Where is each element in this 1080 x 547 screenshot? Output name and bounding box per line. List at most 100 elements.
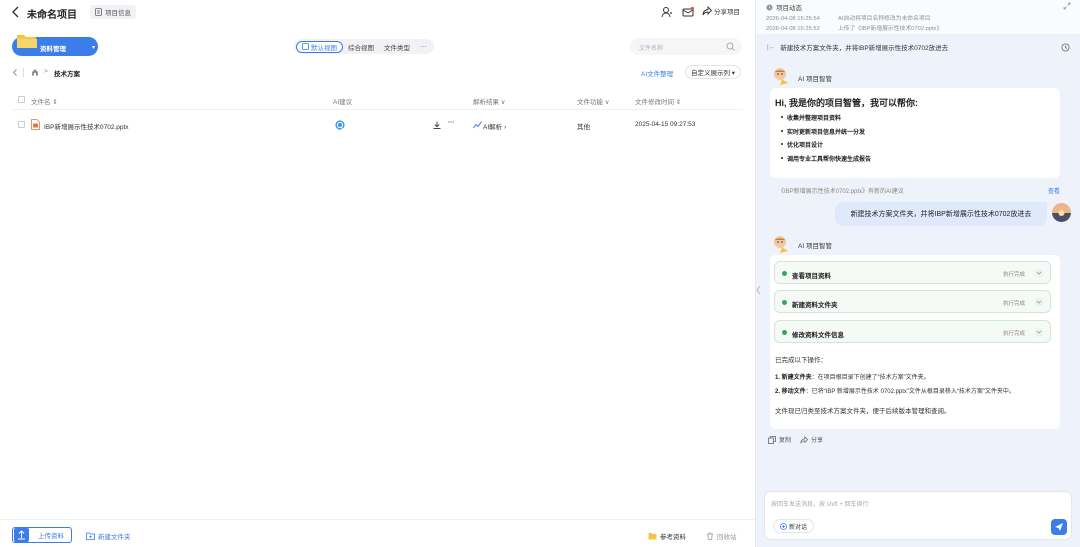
materials-management-label: 资料管理: [40, 46, 66, 53]
collapse-left-icon[interactable]: |←: [767, 44, 775, 51]
ai-parse-link[interactable]: AI解析 ›: [483, 121, 506, 131]
references-label: 参考资料: [660, 534, 686, 541]
send-icon: [1055, 523, 1063, 531]
copy-label: 复制: [779, 438, 792, 444]
ai-suggestion-icon[interactable]: [335, 120, 345, 130]
user-avatar: [1052, 203, 1071, 222]
project-info-label: 项目信息: [105, 10, 131, 17]
ai-assistant-pane: 项目动态 2026-04-08 15:25:54 AI自动将项目名称修改为未命名项…: [755, 0, 1080, 547]
column-header-parse[interactable]: 解析结果 ∨: [473, 96, 506, 106]
send-button[interactable]: [1051, 519, 1067, 535]
feed-item: 2026-04-08 15:25:54 AI自动将项目名称修改为未命名项目: [766, 13, 930, 22]
mail-notification-icon[interactable]: [682, 6, 694, 18]
new-folder-icon: [86, 532, 95, 540]
capability-item: 调用专业工具帮你快速生成报告: [781, 154, 871, 168]
share-button[interactable]: 分享: [800, 435, 823, 444]
ai-organize-link[interactable]: AI文件整理: [641, 68, 673, 78]
column-header-function[interactable]: 文件功能 ∨: [577, 96, 610, 106]
more-actions-icon[interactable]: ···: [448, 119, 455, 126]
step-status: 执行完成: [1003, 301, 1026, 307]
copy-icon: [768, 435, 776, 444]
new-folder-label: 新建文件夹: [98, 534, 131, 541]
success-dot-icon: [782, 300, 787, 305]
folder-icon: [648, 533, 657, 540]
done-item-text: ：在项目根目录下创建了“技术方案”文件夹。: [811, 375, 930, 381]
new-folder-button[interactable]: 新建文件夹: [86, 531, 131, 541]
copy-button[interactable]: 复制: [768, 435, 791, 444]
greeting-title: Hi, 我是你的项目智管，我可以帮你:: [775, 98, 918, 108]
column-header-name[interactable]: 文件名 ⇕: [31, 96, 58, 106]
row-checkbox[interactable]: [18, 121, 25, 128]
share-icon: [800, 435, 808, 443]
tab-label: 综合视图: [348, 44, 374, 52]
tab-combined-view[interactable]: 综合视图: [343, 41, 379, 53]
chevron-left-icon[interactable]: [12, 69, 18, 76]
feed-item-time: 2026-04-08 15:25:52: [766, 26, 820, 32]
trash-label: 回收站: [717, 534, 737, 541]
file-manager-pane: 未命名项目 项目信息 分享项目 资料管理 ▾ 默认视图 综合视图 文件类型 ··…: [0, 0, 755, 547]
column-header-modified[interactable]: 文件修改时间 ⇕: [635, 96, 681, 106]
file-modified-time: 2025-04-15 09:27:53: [635, 121, 696, 128]
select-all-checkbox[interactable]: [18, 96, 25, 103]
folder-icon: [17, 35, 37, 48]
feed-item-text: 上传了《IBP新增展示性技术0702.pptx》: [838, 26, 943, 32]
chat-header-title: 新建技术方案文件夹，并将IBP新增展示性技术0702放进去: [780, 45, 949, 52]
ai-parse-icon: [473, 121, 482, 129]
step-name: 新建资料文件夹: [792, 302, 838, 309]
history-icon[interactable]: [1061, 43, 1070, 52]
trash-button[interactable]: 回收站: [706, 531, 737, 541]
ai-name: AI 项目智管: [798, 243, 832, 250]
feed-title-label: 项目动态: [776, 5, 802, 12]
upload-label: 上传资料: [38, 533, 64, 540]
expand-icon[interactable]: [1063, 2, 1071, 10]
new-chat-icon: [780, 522, 787, 530]
project-info-button[interactable]: 项目信息: [90, 5, 136, 19]
capability-item: 实时更新项目信息并统一分发: [781, 127, 871, 141]
tab-default-view[interactable]: 默认视图: [296, 40, 343, 53]
upload-button[interactable]: 上传资料: [12, 527, 72, 543]
view-suggestion-link[interactable]: 查看: [1048, 186, 1060, 195]
chat-input-placeholder: 按回车发送消息，按 shift + 回车换行: [771, 502, 869, 508]
capability-item: 收集并整理项目资料: [781, 113, 871, 127]
success-dot-icon: [782, 271, 787, 276]
chevron-down-icon[interactable]: [1034, 297, 1044, 307]
trash-icon: [707, 532, 713, 540]
user-manage-icon[interactable]: [661, 6, 673, 18]
back-arrow-icon[interactable]: [10, 6, 22, 18]
feed-title: 项目动态: [766, 2, 802, 12]
done-title: 已完成以下操作：: [775, 357, 827, 364]
home-icon[interactable]: [31, 68, 39, 76]
chat-header: |← 新建技术方案文件夹，并将IBP新增展示性技术0702放进去: [767, 42, 949, 53]
breadcrumb-separator-icon: >: [44, 68, 48, 75]
suggestion-notice: 《IBP新增展示性技术0702.pptx》有新的AI建议: [778, 189, 904, 195]
collapse-handle-icon[interactable]: [756, 270, 761, 310]
bottom-bar: 上传资料 新建文件夹 参考资料 回收站: [0, 519, 755, 547]
references-button[interactable]: 参考资料: [648, 531, 686, 541]
view-icon: [302, 43, 309, 50]
custom-columns-dropdown[interactable]: 自定义展示列 ▾: [685, 65, 742, 79]
share-project-button[interactable]: 分享项目: [702, 6, 740, 16]
more-views-button[interactable]: ···: [415, 41, 432, 53]
search-placeholder: 文件名称: [639, 46, 664, 52]
step-item[interactable]: 修改资料文件信息 执行完成: [774, 320, 1051, 343]
chevron-down-icon[interactable]: [1034, 327, 1044, 337]
step-name: 修改资料文件信息: [792, 332, 844, 339]
chevron-down-icon[interactable]: [1034, 268, 1044, 278]
tab-label: 文件类型: [384, 44, 410, 52]
new-chat-button[interactable]: 新对话: [773, 519, 815, 533]
search-input[interactable]: 文件名称: [630, 38, 742, 55]
header-divider: [12, 109, 743, 110]
new-chat-label: 新对话: [789, 524, 808, 531]
file-name[interactable]: IBP新增展示性技术0702.pptx: [44, 121, 129, 131]
download-icon[interactable]: [433, 121, 441, 129]
step-item[interactable]: 新建资料文件夹 执行完成: [774, 290, 1051, 313]
share-project-label: 分享项目: [714, 9, 740, 16]
done-item: 2. 移动文件：已将“IBP 新增展示性技术 0702.pptx”文件从根目录移…: [775, 386, 1015, 395]
top-bar: 未命名项目 项目信息 分享项目: [0, 0, 755, 26]
tab-file-type[interactable]: 文件类型: [379, 41, 415, 53]
step-item[interactable]: 查看项目资料 执行完成: [774, 261, 1051, 284]
materials-management-button[interactable]: 资料管理 ▾: [12, 35, 98, 56]
chat-input[interactable]: 按回车发送消息，按 shift + 回车换行 新对话: [764, 491, 1072, 540]
done-item-label: 2. 移动文件: [775, 389, 806, 395]
user-message: 新建技术方案文件夹，并将IBP新增展示性技术0702放进去: [835, 202, 1047, 226]
